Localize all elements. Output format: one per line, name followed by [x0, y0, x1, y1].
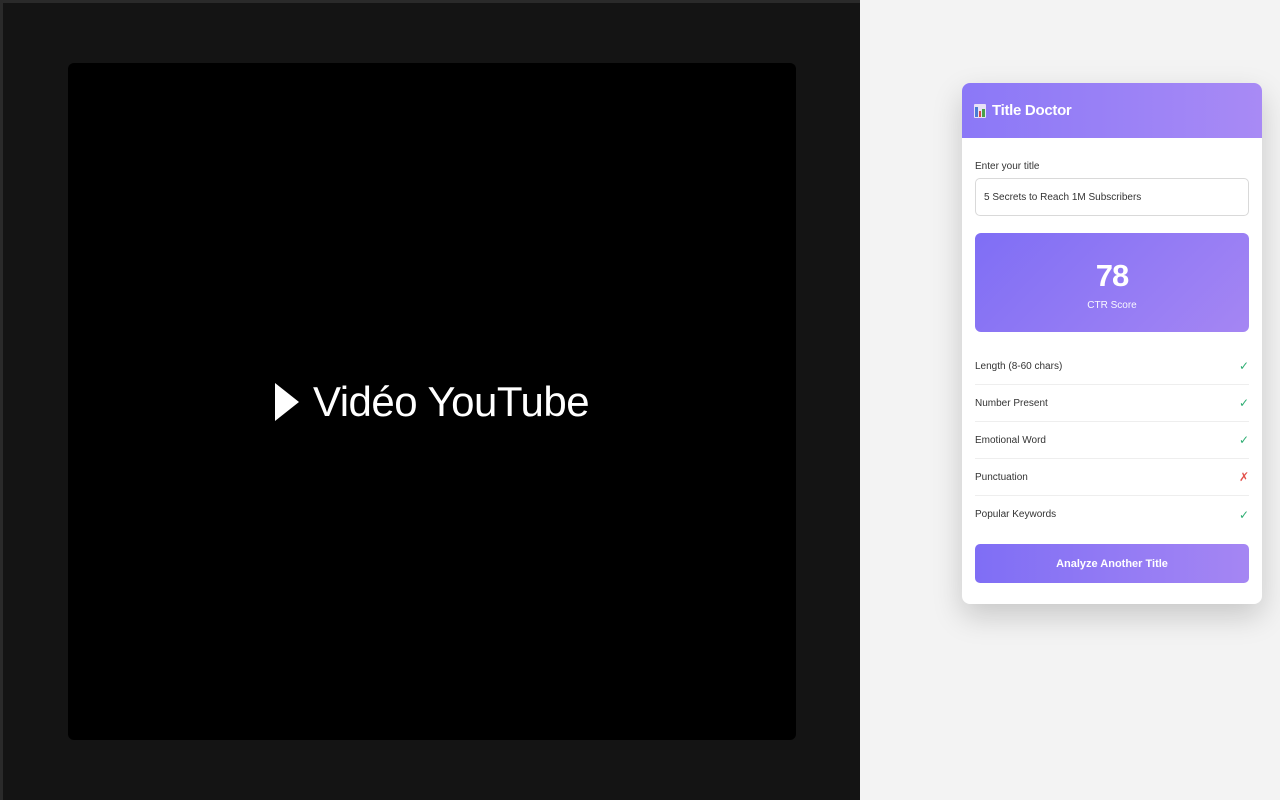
panel-header: Title Doctor — [962, 83, 1262, 138]
check-row-length: Length (8-60 chars) ✓ — [975, 348, 1249, 385]
check-pass-icon: ✓ — [1238, 359, 1249, 373]
check-pass-icon: ✓ — [1238, 433, 1249, 447]
checklist: Length (8-60 chars) ✓ Number Present ✓ E… — [975, 348, 1249, 533]
check-row-punctuation: Punctuation ✗ — [975, 459, 1249, 496]
video-label-text: Vidéo YouTube — [312, 377, 590, 425]
video-placeholder: Vidéo YouTube — [274, 377, 590, 426]
bar-chart-icon — [974, 103, 986, 118]
title-input[interactable] — [975, 178, 1249, 216]
check-label: Length (8-60 chars) — [975, 360, 1063, 372]
check-label: Number Present — [975, 397, 1048, 409]
ctr-score-label: CTR Score — [1087, 300, 1137, 311]
panel-body: Enter your title 78 CTR Score Length (8-… — [962, 161, 1262, 583]
video-pane: Vidéo YouTube — [0, 0, 860, 800]
check-row-keywords: Popular Keywords ✓ — [975, 496, 1249, 533]
ctr-score-value: 78 — [1095, 258, 1129, 293]
check-label: Popular Keywords — [975, 509, 1057, 520]
check-label: Emotional Word — [975, 434, 1046, 446]
ctr-score-card: 78 CTR Score — [975, 233, 1249, 332]
video-player[interactable]: Vidéo YouTube — [68, 63, 796, 740]
analyze-another-button[interactable]: Analyze Another Title — [975, 544, 1249, 583]
title-input-label: Enter your title — [975, 161, 1040, 172]
check-pass-icon: ✓ — [1238, 396, 1249, 410]
title-doctor-panel: Title Doctor Enter your title 78 CTR Sco… — [962, 83, 1262, 604]
panel-title: Title Doctor — [992, 102, 1072, 119]
check-label: Punctuation — [975, 471, 1028, 483]
play-icon[interactable] — [274, 382, 299, 421]
check-pass-icon: ✓ — [1238, 507, 1249, 522]
check-fail-icon: ✗ — [1238, 470, 1249, 484]
check-row-emotional: Emotional Word ✓ — [975, 422, 1249, 459]
check-row-number: Number Present ✓ — [975, 385, 1249, 422]
